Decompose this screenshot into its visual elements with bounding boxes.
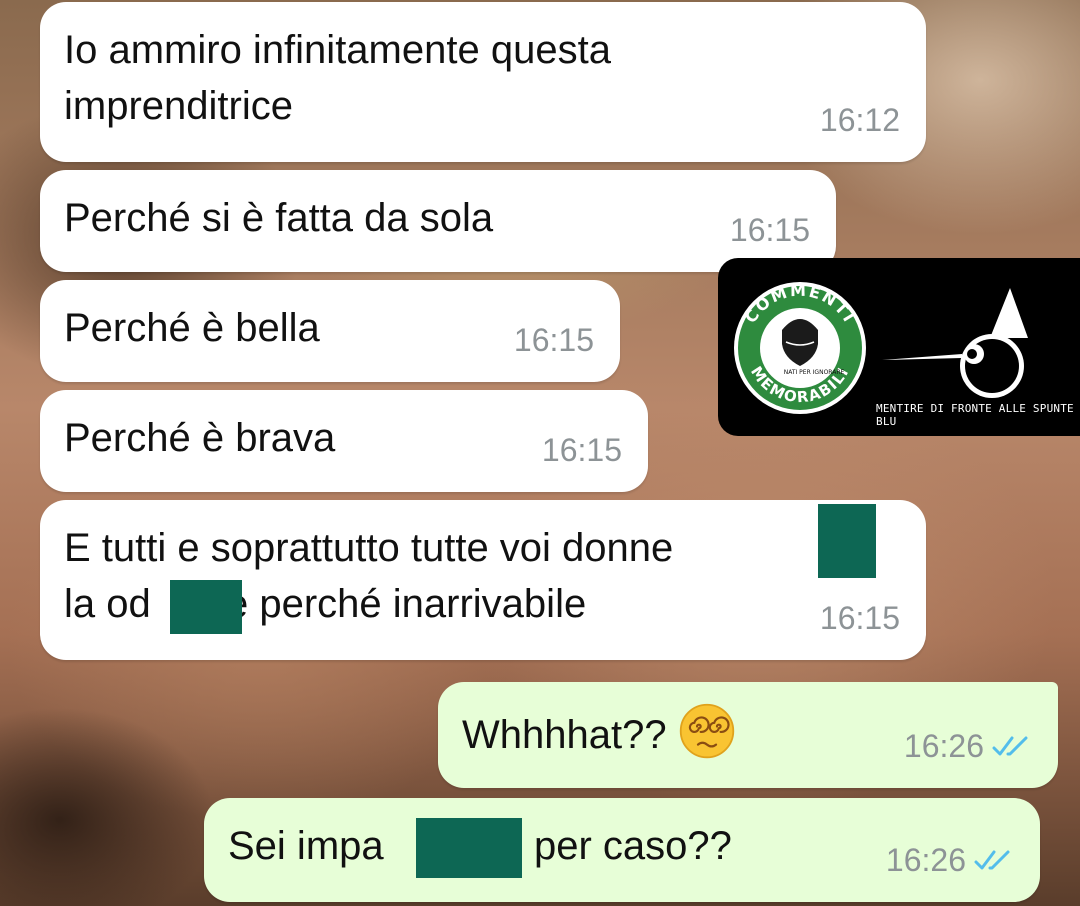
message-timestamp: 16:12 — [820, 92, 900, 148]
message-bubble-incoming[interactable]: Perché si è fatta da sola 16:15 — [40, 170, 836, 272]
watermark-badge: COMMENTI MEMORABILI NATI PER IGNORARE ME… — [718, 258, 1080, 436]
message-bubble-outgoing[interactable]: Sei impa per caso?? 16:26 — [204, 798, 1040, 902]
message-timestamp: 16:15 — [730, 202, 810, 258]
message-text-line: imprenditrice — [64, 84, 293, 128]
timestamp-text: 16:15 — [541, 432, 622, 468]
message-text: Perché è brava — [64, 416, 336, 460]
message-text-line: Io ammiro infinitamente questa — [64, 28, 611, 72]
message-bubble-outgoing[interactable]: Whhhhat?? 16:26 — [438, 682, 1058, 788]
redaction-block — [416, 818, 522, 878]
logo-small-text: NATI PER IGNORARE — [784, 369, 845, 376]
message-text-segment: Sei impa — [228, 824, 384, 868]
timestamp-text: 16:12 — [819, 102, 900, 138]
message-bubble-incoming[interactable]: Perché è bella 16:15 — [40, 280, 620, 382]
pinocchio-icon — [882, 288, 1028, 398]
message-text-segment: e perché inarrivabile — [226, 582, 587, 626]
face-with-spiral-eyes-icon — [679, 703, 734, 759]
message-bubble-incoming[interactable]: E tutti e soprattutto tutte voi donne la… — [40, 500, 926, 660]
message-text-segment: E tutti e soprattutto tutte voi donne — [64, 526, 674, 570]
message-text-segment: per caso?? — [534, 824, 732, 868]
timestamp-text: 16:15 — [513, 322, 594, 358]
message-timestamp: 16:15 — [820, 590, 900, 646]
timestamp-text: 16:15 — [729, 212, 810, 248]
timestamp-text: 16:26 — [885, 842, 966, 878]
message-text-line: E tutti e soprattutto tutte voi donne — [64, 520, 902, 576]
timestamp-text: 16:15 — [819, 600, 900, 636]
message-bubble-incoming[interactable]: Io ammiro infinitamente questa imprendit… — [40, 2, 926, 162]
message-text-segment: la od — [64, 582, 151, 626]
message-timestamp: 16:26 — [886, 832, 1014, 888]
message-bubble-incoming[interactable]: Perché è brava 16:15 — [40, 390, 648, 492]
read-ticks-icon — [992, 736, 1028, 756]
redaction-block — [818, 504, 876, 578]
read-ticks-icon — [974, 850, 1010, 870]
watermark-caption: MENTIRE DI FRONTE ALLE SPUNTE BLU — [876, 402, 1074, 428]
message-timestamp: 16:15 — [514, 312, 594, 368]
timestamp-text: 16:26 — [903, 728, 984, 764]
message-timestamp: 16:15 — [542, 422, 622, 478]
message-text-segment: Whhhhat?? — [462, 713, 667, 757]
message-text: Perché si è fatta da sola — [64, 196, 494, 240]
message-timestamp: 16:26 — [904, 718, 1032, 774]
redaction-block — [170, 580, 242, 634]
